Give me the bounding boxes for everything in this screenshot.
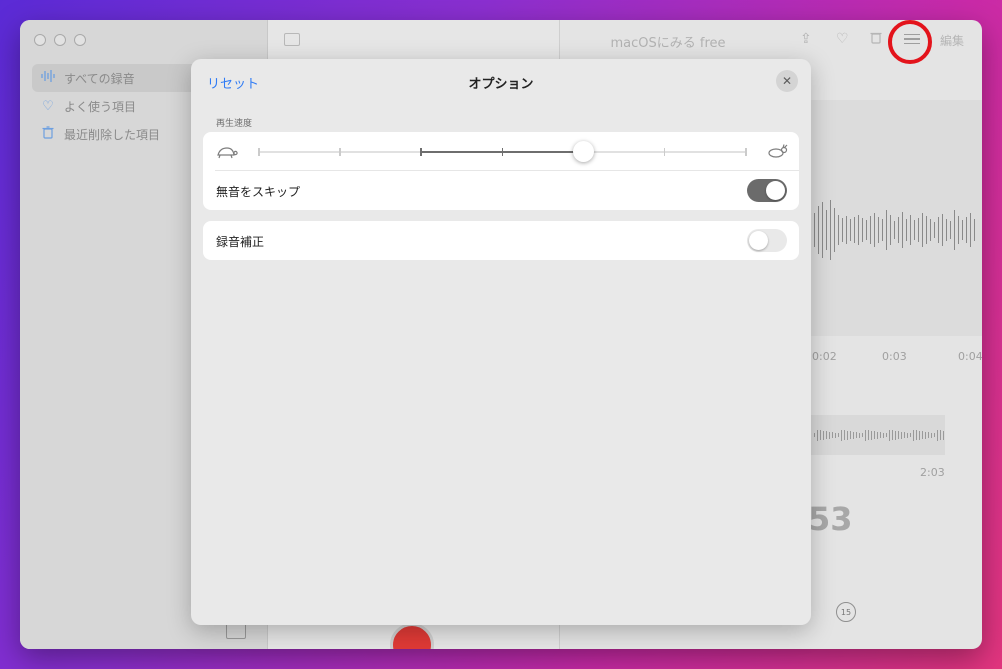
timeline-label: 0:02 — [812, 350, 837, 363]
options-modal: リセット オプション ✕ 再生速度 無音をスキップ 録音補正 — [191, 59, 811, 625]
close-window-button[interactable] — [34, 34, 46, 46]
skip-forward-label: 15 — [840, 607, 852, 617]
minimize-window-button[interactable] — [54, 34, 66, 46]
heart-icon[interactable]: ♡ — [836, 31, 849, 47]
skip-silence-toggle[interactable] — [747, 179, 787, 202]
slider-tick — [339, 148, 341, 156]
new-folder-icon[interactable] — [226, 623, 246, 639]
slider-tick — [501, 148, 503, 156]
traffic-lights — [34, 34, 86, 46]
toggle-knob — [766, 181, 785, 200]
trash-icon[interactable] — [870, 31, 882, 48]
window-title: macOSにみる free — [610, 36, 726, 51]
sidebar-item-label: 最近削除した項目 — [64, 127, 161, 142]
playback-speed-row — [203, 132, 799, 171]
skip-silence-row: 無音をスキップ — [203, 171, 799, 210]
slider-tick — [258, 148, 260, 156]
enhance-recording-label: 録音補正 — [216, 235, 265, 249]
share-icon[interactable]: ⇪ — [800, 31, 812, 47]
rabbit-icon — [765, 144, 789, 158]
slider-tick — [745, 148, 747, 156]
toolbar: macOSにみる free ⇪ ♡ 編集 — [268, 20, 982, 60]
clip-duration: 2:03 — [920, 466, 945, 479]
close-icon[interactable]: ✕ — [776, 70, 798, 92]
slider-tick — [663, 148, 666, 156]
modal-title: オプション — [468, 77, 534, 92]
record-button[interactable] — [390, 623, 434, 649]
slider-tick — [420, 148, 422, 156]
toggle-knob — [749, 231, 768, 250]
playback-speed-slider[interactable] — [258, 141, 747, 162]
current-time: 53 — [808, 500, 853, 538]
overview-waveform[interactable] — [810, 415, 945, 455]
heart-icon: ♡ — [42, 98, 54, 114]
slider-thumb[interactable] — [572, 141, 594, 162]
waveform-icon — [40, 70, 56, 86]
enhance-recording-toggle[interactable] — [747, 229, 787, 252]
skip-forward-15-button[interactable]: 15 — [836, 602, 856, 622]
sidebar-item-label: すべての録音 — [64, 71, 135, 86]
edit-button[interactable]: 編集 — [940, 32, 964, 49]
playback-speed-label: 再生速度 — [216, 119, 253, 129]
timeline-label: 0:04 — [958, 350, 982, 363]
zoom-window-button[interactable] — [74, 34, 86, 46]
turtle-icon — [214, 145, 238, 159]
trash-icon — [40, 125, 56, 143]
waveform — [810, 200, 982, 260]
highlight-annotation-circle — [888, 20, 932, 64]
playback-settings-card: 無音をスキップ — [203, 132, 799, 210]
timeline-label: 0:03 — [882, 350, 907, 363]
enhance-card: 録音補正 — [203, 221, 799, 260]
enhance-recording-row: 録音補正 — [203, 221, 799, 260]
skip-silence-label: 無音をスキップ — [216, 185, 301, 199]
sidebar-item-label: よく使う項目 — [64, 99, 137, 114]
